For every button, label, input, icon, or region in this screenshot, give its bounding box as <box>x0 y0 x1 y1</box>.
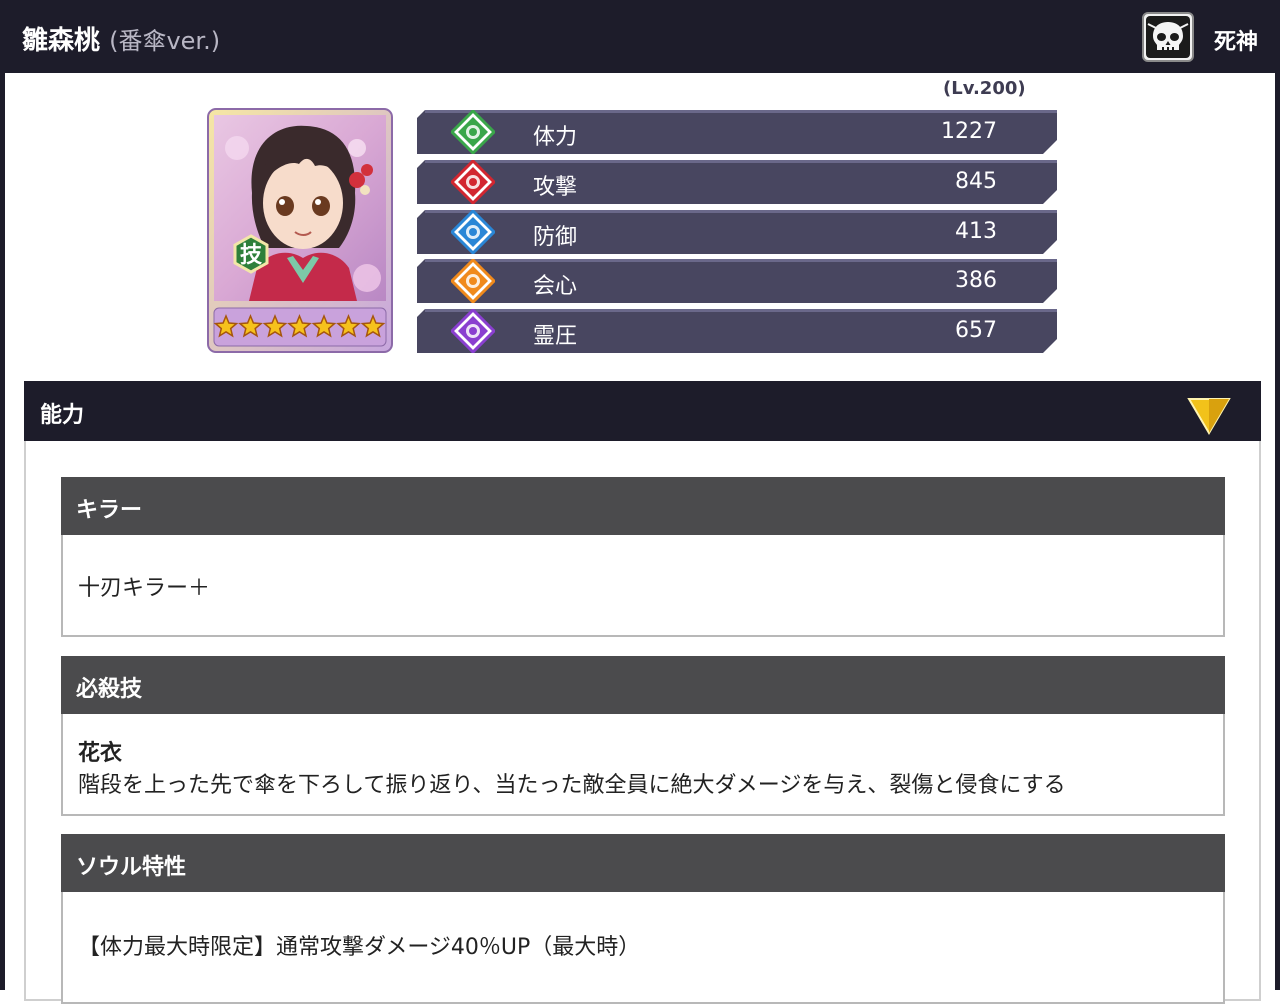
stat-name: 防御 <box>533 225 578 250</box>
special-name: 花衣 <box>78 741 123 766</box>
stat-name: 攻撃 <box>533 175 578 200</box>
special-header: 必殺技 <box>61 656 1225 714</box>
level-label: (Lv.200) <box>943 78 1026 99</box>
hp-icon <box>451 110 495 154</box>
ability-title: 能力 <box>40 403 85 428</box>
killer-header: キラー <box>61 477 1225 535</box>
spirit-pressure-icon <box>451 309 495 353</box>
stat-value: 1227 <box>941 119 997 144</box>
ability-header[interactable]: 能力 <box>24 381 1261 441</box>
defense-icon <box>451 210 495 254</box>
killer-text: 十刃キラー＋ <box>78 576 211 601</box>
soul-heading: ソウル特性 <box>76 855 187 880</box>
soul-header: ソウル特性 <box>61 834 1225 892</box>
stat-name: 霊圧 <box>533 324 578 349</box>
special-description: 階段を上った先で傘を下ろして振り返り、当たった敵全員に絶大ダメージを与え、裂傷と… <box>78 773 1066 798</box>
stat-row: 霊圧 657 <box>417 309 1057 353</box>
stat-value: 657 <box>955 318 997 343</box>
card-badge: 技 <box>240 243 263 268</box>
stat-name: 体力 <box>533 125 578 150</box>
critical-icon <box>451 259 495 303</box>
special-heading: 必殺技 <box>76 677 143 702</box>
skull-icon <box>1142 12 1194 62</box>
attack-icon <box>451 160 495 204</box>
stat-value: 386 <box>955 268 997 293</box>
soul-text: 【体力最大時限定】通常攻撃ダメージ40％UP（最大時） <box>78 935 641 960</box>
stat-row: 体力 1227 <box>417 110 1057 154</box>
title-bar: 雛森桃 (番傘ver.) 死神 <box>0 0 1280 73</box>
killer-heading: キラー <box>76 498 143 523</box>
collapse-toggle-icon[interactable] <box>1187 397 1231 435</box>
character-card[interactable]: 技 <box>207 108 393 353</box>
stat-row: 防御 413 <box>417 210 1057 254</box>
stat-row: 攻撃 845 <box>417 160 1057 204</box>
stat-value: 413 <box>955 219 997 244</box>
stat-value: 845 <box>955 169 997 194</box>
stat-name: 会心 <box>533 274 578 299</box>
stat-row: 会心 386 <box>417 259 1057 303</box>
character-name: 雛森桃 <box>22 26 101 56</box>
character-variant: (番傘ver.) <box>109 27 221 55</box>
type-label: 死神 <box>1214 30 1259 55</box>
page-title: 雛森桃 (番傘ver.) <box>22 20 220 57</box>
